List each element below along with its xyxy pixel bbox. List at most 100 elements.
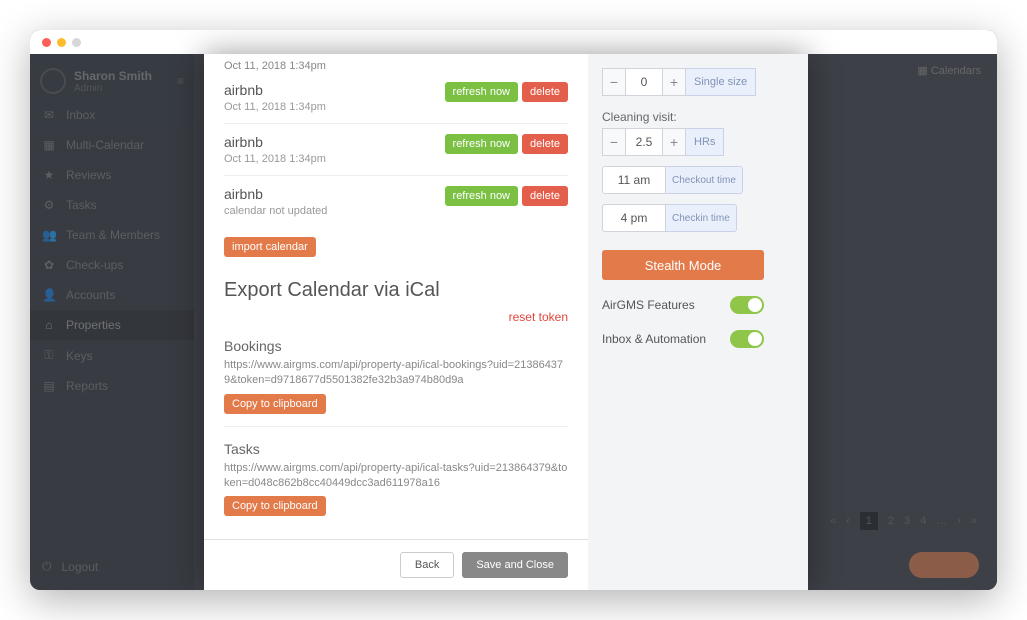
zoom-dot[interactable] <box>72 38 81 47</box>
nav-icon: ⌂ <box>42 318 56 332</box>
page-link[interactable]: 4 <box>920 515 926 527</box>
help-button[interactable] <box>909 552 979 578</box>
user-role: Admin <box>74 83 152 94</box>
minus-button[interactable]: − <box>602 128 626 156</box>
logout-icon: ⏻ <box>42 559 52 574</box>
refresh-button[interactable]: refresh now <box>445 82 518 102</box>
page-link[interactable]: 2 <box>888 515 894 527</box>
page-link[interactable]: « <box>830 515 836 527</box>
refresh-button[interactable]: refresh now <box>445 134 518 154</box>
inbox-automation-label: Inbox & Automation <box>602 332 706 346</box>
close-dot[interactable] <box>42 38 51 47</box>
cleaning-unit: HRs <box>686 128 724 156</box>
sidebar-item-multi-calendar[interactable]: ▦ Multi-Calendar <box>30 130 194 160</box>
sidebar-item-reports[interactable]: ▤ Reports <box>30 371 194 401</box>
size-value: 0 <box>626 68 662 96</box>
user-name: Sharon Smith <box>74 69 152 83</box>
inbox-toggle[interactable] <box>730 330 764 348</box>
copy-button[interactable]: Copy to clipboard <box>224 394 326 414</box>
nav-label: Team & Members <box>66 228 160 242</box>
calendar-row: airbnbOct 11, 2018 1:34pmrefresh nowdele… <box>224 72 568 123</box>
nav-icon: ▦ <box>42 138 56 152</box>
nav-icon: 👤 <box>42 288 56 302</box>
property-modal: Oct 11, 2018 1:34pm airbnbOct 11, 2018 1… <box>204 54 808 590</box>
user-row: Sharon Smith Admin ≡ <box>30 62 194 100</box>
nav-label: Reviews <box>66 168 111 182</box>
save-close-button[interactable]: Save and Close <box>462 552 568 578</box>
sidebar-item-inbox[interactable]: ✉ Inbox <box>30 100 194 130</box>
refresh-button[interactable]: refresh now <box>445 186 518 206</box>
calendar-row: airbnbOct 11, 2018 1:34pmrefresh nowdele… <box>224 123 568 175</box>
sidebar-item-reviews[interactable]: ★ Reviews <box>30 160 194 190</box>
sidebar: Sharon Smith Admin ≡ ✉ Inbox ▦ Multi-Calend… <box>30 54 194 590</box>
calendar-name: airbnb <box>224 186 445 202</box>
features-label: AirGMS Features <box>602 298 695 312</box>
nav-label: Check-ups <box>66 258 123 272</box>
logout-row[interactable]: ⏻ Logout <box>30 551 194 582</box>
cleaning-label: Cleaning visit: <box>602 110 764 124</box>
plus-button[interactable]: + <box>662 68 686 96</box>
delete-button[interactable]: delete <box>522 186 568 206</box>
nav-label: Multi-Calendar <box>66 138 144 152</box>
calendar-name: airbnb <box>224 82 445 98</box>
checkout-label: Checkout time <box>666 166 743 194</box>
stealth-mode-button[interactable]: Stealth Mode <box>602 250 764 280</box>
export-url: https://www.airgms.com/api/property-api/… <box>224 358 568 388</box>
page-link[interactable]: » <box>971 515 977 527</box>
page-link[interactable]: › <box>957 515 961 527</box>
sidebar-item-check-ups[interactable]: ✿ Check-ups <box>30 250 194 280</box>
nav-label: Properties <box>66 318 121 332</box>
back-button[interactable]: Back <box>400 552 454 578</box>
nav-icon: 👥 <box>42 228 56 242</box>
sidebar-item-keys[interactable]: ⚿ Keys <box>30 340 194 371</box>
page-link[interactable]: ‹ <box>846 515 850 527</box>
size-stepper[interactable]: − 0 + Single size <box>602 68 764 96</box>
top-timestamp: Oct 11, 2018 1:34pm <box>224 54 568 72</box>
plus-button[interactable]: + <box>662 128 686 156</box>
checkin-label: Checkin time <box>666 204 737 232</box>
nav-label: Inbox <box>66 108 95 122</box>
nav-icon: ⚿ <box>42 348 56 363</box>
sidebar-item-tasks[interactable]: ⚙ Tasks <box>30 190 194 220</box>
sidebar-item-properties[interactable]: ⌂ Properties <box>30 310 194 340</box>
copy-button[interactable]: Copy to clipboard <box>224 496 326 516</box>
calendar-row: airbnb calendar not updatedrefresh nowdel… <box>224 175 568 227</box>
reset-token-link[interactable]: reset token <box>509 310 568 324</box>
nav-icon: ✉ <box>42 108 56 122</box>
cleaning-value: 2.5 <box>626 128 662 156</box>
minimize-dot[interactable] <box>57 38 66 47</box>
menu-icon[interactable]: ≡ <box>177 74 184 88</box>
avatar <box>40 68 66 94</box>
pagination[interactable]: « ‹ 1234 … › » <box>830 512 977 530</box>
nav-icon: ▤ <box>42 379 56 393</box>
export-section-title: Tasks <box>224 441 568 457</box>
sidebar-item-team-members[interactable]: 👥 Team & Members <box>30 220 194 250</box>
features-toggle[interactable] <box>730 296 764 314</box>
page-link[interactable]: 1 <box>860 512 878 530</box>
page-link[interactable]: … <box>936 515 947 527</box>
export-section-title: Bookings <box>224 338 568 354</box>
nav-label: Tasks <box>66 198 97 212</box>
checkin-time[interactable]: 4 pm <box>602 204 666 232</box>
sidebar-item-accounts[interactable]: 👤 Accounts <box>30 280 194 310</box>
delete-button[interactable]: delete <box>522 82 568 102</box>
import-calendar-button[interactable]: import calendar <box>224 237 316 257</box>
nav-icon: ★ <box>42 168 56 182</box>
delete-button[interactable]: delete <box>522 134 568 154</box>
nav-label: Reports <box>66 379 108 393</box>
calendar-sub: calendar not updated <box>224 205 445 217</box>
nav-label: Accounts <box>66 288 115 302</box>
nav-icon: ✿ <box>42 258 56 272</box>
minus-button[interactable]: − <box>602 68 626 96</box>
size-label: Single size <box>686 68 756 96</box>
nav-label: Keys <box>66 349 93 363</box>
window-titlebar <box>30 30 997 54</box>
cleaning-stepper[interactable]: − 2.5 + HRs <box>602 128 764 156</box>
export-title: Export Calendar via iCal <box>224 279 568 302</box>
calendar-name: airbnb <box>224 134 445 150</box>
page-link[interactable]: 3 <box>904 515 910 527</box>
checkout-time[interactable]: 11 am <box>602 166 666 194</box>
calendars-link[interactable]: Calendars <box>931 65 981 77</box>
logout-label: Logout <box>62 560 99 574</box>
nav-icon: ⚙ <box>42 198 56 212</box>
